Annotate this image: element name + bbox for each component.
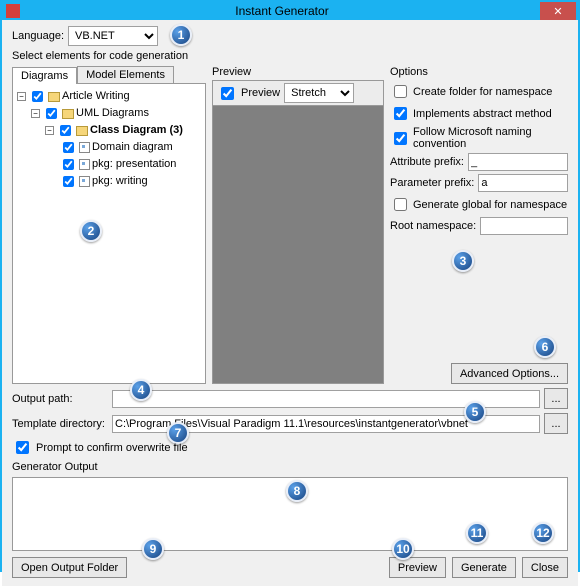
attr-prefix-label: Attribute prefix:: [390, 156, 464, 168]
app-icon: [6, 4, 20, 18]
preview-area: [212, 105, 384, 384]
select-elements-label: Select elements for code generation: [12, 50, 568, 62]
preview-pane: Preview Preview Stretch: [212, 66, 384, 384]
generator-output-label: Generator Output: [12, 461, 568, 473]
cb-implements[interactable]: [394, 107, 407, 120]
template-dir-input[interactable]: [112, 415, 540, 433]
cb-follow-ms[interactable]: [394, 132, 407, 145]
generator-output-area: [12, 477, 568, 551]
cb-root[interactable]: [32, 91, 43, 102]
content: Language: VB.NET Select elements for cod…: [2, 20, 578, 586]
generate-button[interactable]: Generate: [452, 557, 516, 578]
collapse-icon[interactable]: −: [17, 92, 26, 101]
root-ns-label: Root namespace:: [390, 220, 476, 232]
attr-prefix-input[interactable]: [468, 153, 568, 171]
prompt-overwrite-label: Prompt to confirm overwrite file: [36, 442, 188, 454]
options-pane: Options Create folder for namespace Impl…: [390, 66, 568, 384]
cb-item[interactable]: [63, 176, 74, 187]
folder-icon: [48, 92, 60, 102]
diagram-icon: [79, 176, 90, 187]
template-dir-label: Template directory:: [12, 418, 108, 430]
collapse-icon[interactable]: −: [45, 126, 54, 135]
advanced-options-button[interactable]: Advanced Options...: [451, 363, 568, 384]
opt-gen-global: Generate global for namespace: [413, 199, 567, 211]
options-title: Options: [390, 66, 568, 78]
tab-model-elements[interactable]: Model Elements: [77, 66, 174, 83]
folder-icon: [62, 109, 74, 119]
preview-title: Preview: [212, 66, 384, 78]
output-path-input[interactable]: [112, 390, 540, 408]
window-title: Instant Generator: [24, 4, 540, 18]
language-select[interactable]: VB.NET: [68, 26, 158, 46]
close-button[interactable]: Close: [522, 557, 568, 578]
tree-box[interactable]: − Article Writing −: [12, 83, 206, 384]
cb-create-folder[interactable]: [394, 85, 407, 98]
tree-item-label: Domain diagram: [92, 140, 173, 155]
opt-follow-ms: Follow Microsoft naming convention: [413, 126, 568, 150]
collapse-icon[interactable]: −: [31, 109, 40, 118]
tree-root-label: Article Writing: [62, 89, 130, 104]
cb-prompt-overwrite[interactable]: [16, 441, 29, 454]
opt-create-folder: Create folder for namespace: [413, 86, 552, 98]
output-path-label: Output path:: [12, 393, 108, 405]
cb-uml[interactable]: [46, 108, 57, 119]
tree-classdiag-label: Class Diagram (3): [90, 123, 183, 138]
open-output-folder-button[interactable]: Open Output Folder: [12, 557, 127, 578]
cb-item[interactable]: [63, 159, 74, 170]
cb-gen-global[interactable]: [394, 198, 407, 211]
tree-item-label: pkg: presentation: [92, 157, 176, 172]
preview-checkbox[interactable]: [221, 87, 234, 100]
close-icon[interactable]: ✕: [540, 2, 576, 20]
folder-icon: [76, 126, 88, 136]
window: Instant Generator ✕ Language: VB.NET Sel…: [0, 0, 580, 572]
template-browse-button[interactable]: ...: [544, 413, 568, 434]
cb-classdiag[interactable]: [60, 125, 71, 136]
root-ns-input[interactable]: [480, 217, 568, 235]
diagram-icon: [79, 159, 90, 170]
tree-item-label: pkg: writing: [92, 174, 148, 189]
cb-item[interactable]: [63, 142, 74, 153]
tree-uml-label: UML Diagrams: [76, 106, 149, 121]
param-prefix-label: Parameter prefix:: [390, 177, 474, 189]
param-prefix-input[interactable]: [478, 174, 568, 192]
preview-checkbox-label: Preview: [241, 87, 280, 99]
diagram-icon: [79, 142, 90, 153]
titlebar: Instant Generator ✕: [2, 2, 578, 20]
preview-mode-select[interactable]: Stretch: [284, 83, 354, 103]
language-label: Language:: [12, 30, 64, 42]
tab-diagrams[interactable]: Diagrams: [12, 67, 77, 84]
left-pane: Diagrams Model Elements − Article Writin…: [12, 66, 206, 384]
output-browse-button[interactable]: ...: [544, 388, 568, 409]
opt-implements: Implements abstract method: [413, 108, 552, 120]
preview-button[interactable]: Preview: [389, 557, 446, 578]
